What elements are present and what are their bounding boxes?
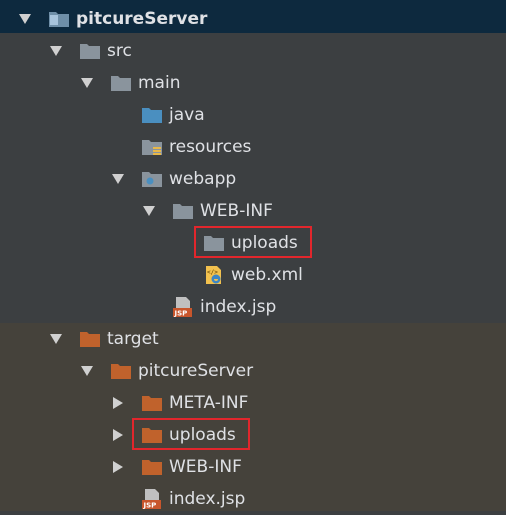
tree-node-webinf-target[interactable]: WEB-INF — [0, 451, 506, 483]
tree-node-target[interactable]: target — [0, 323, 506, 355]
tree-node-resources[interactable]: resources — [0, 131, 506, 163]
tree-node-label: index.jsp — [200, 297, 277, 317]
tree-node-pitcure-target[interactable]: pitcureServer — [0, 355, 506, 387]
tree-node-label: web.xml — [231, 265, 303, 285]
folder-icon — [172, 201, 194, 221]
highlight-box-uploads-target — [132, 418, 250, 450]
tree-node-label: pitcureServer — [76, 9, 208, 29]
tree-node-src[interactable]: src — [0, 35, 506, 67]
svg-text:JSP: JSP — [174, 310, 188, 318]
xml-file-icon: </> — [203, 265, 225, 285]
collapse-arrow-right-icon[interactable] — [111, 460, 125, 474]
expand-arrow-down-icon[interactable] — [80, 364, 94, 378]
tree-node-webinf-src[interactable]: WEB-INF — [0, 195, 506, 227]
excluded-folder-icon — [110, 361, 132, 381]
tree-node-project[interactable]: pitcureServer — [0, 3, 506, 35]
tree-node-label: resources — [169, 137, 252, 157]
source-folder-icon — [141, 105, 163, 125]
excluded-folder-icon — [79, 329, 101, 349]
resources-folder-icon — [141, 137, 163, 157]
svg-text:</>: </> — [207, 269, 218, 276]
tree-node-metainf[interactable]: META-INF — [0, 387, 506, 419]
excluded-folder-icon — [141, 457, 163, 477]
tree-node-label: src — [107, 41, 132, 61]
expand-arrow-down-icon[interactable] — [142, 204, 156, 218]
tree-node-label: META-INF — [169, 393, 249, 413]
collapse-arrow-right-icon[interactable] — [111, 396, 125, 410]
web-folder-icon — [141, 169, 163, 189]
tree-node-webxml[interactable]: </> web.xml — [0, 259, 506, 291]
jsp-file-icon: JSP — [172, 297, 194, 318]
collapse-arrow-right-icon[interactable] — [111, 428, 125, 442]
tree-node-label: index.jsp — [169, 489, 246, 509]
folder-icon — [79, 41, 101, 61]
tree-node-label: WEB-INF — [200, 201, 273, 221]
tree-node-uploads-target[interactable]: uploads — [0, 419, 506, 451]
tree-node-indexjsp-src[interactable]: JSP index.jsp — [0, 291, 506, 323]
tree-node-indexjsp-target[interactable]: JSP index.jsp — [0, 483, 506, 515]
tree-node-java[interactable]: java — [0, 99, 506, 131]
tree-node-label: webapp — [169, 169, 237, 189]
tree-node-label: pitcureServer — [138, 361, 254, 381]
tree-node-label: WEB-INF — [169, 457, 242, 477]
tree-node-label: java — [169, 105, 205, 125]
expand-arrow-down-icon[interactable] — [18, 12, 32, 26]
tree-node-label: main — [138, 73, 181, 93]
tree-node-webapp[interactable]: webapp — [0, 163, 506, 195]
expand-arrow-down-icon[interactable] — [111, 172, 125, 186]
svg-text:JSP: JSP — [143, 502, 157, 510]
jsp-file-icon: JSP — [141, 489, 163, 510]
expand-arrow-down-icon[interactable] — [49, 44, 63, 58]
project-folder-icon — [48, 9, 70, 29]
expand-arrow-down-icon[interactable] — [49, 332, 63, 346]
folder-icon — [110, 73, 132, 93]
tree-node-main[interactable]: main — [0, 67, 506, 99]
expand-arrow-down-icon[interactable] — [80, 76, 94, 90]
excluded-folder-icon — [141, 393, 163, 413]
tree-node-label: target — [107, 329, 159, 349]
highlight-box-uploads-src — [194, 226, 312, 258]
